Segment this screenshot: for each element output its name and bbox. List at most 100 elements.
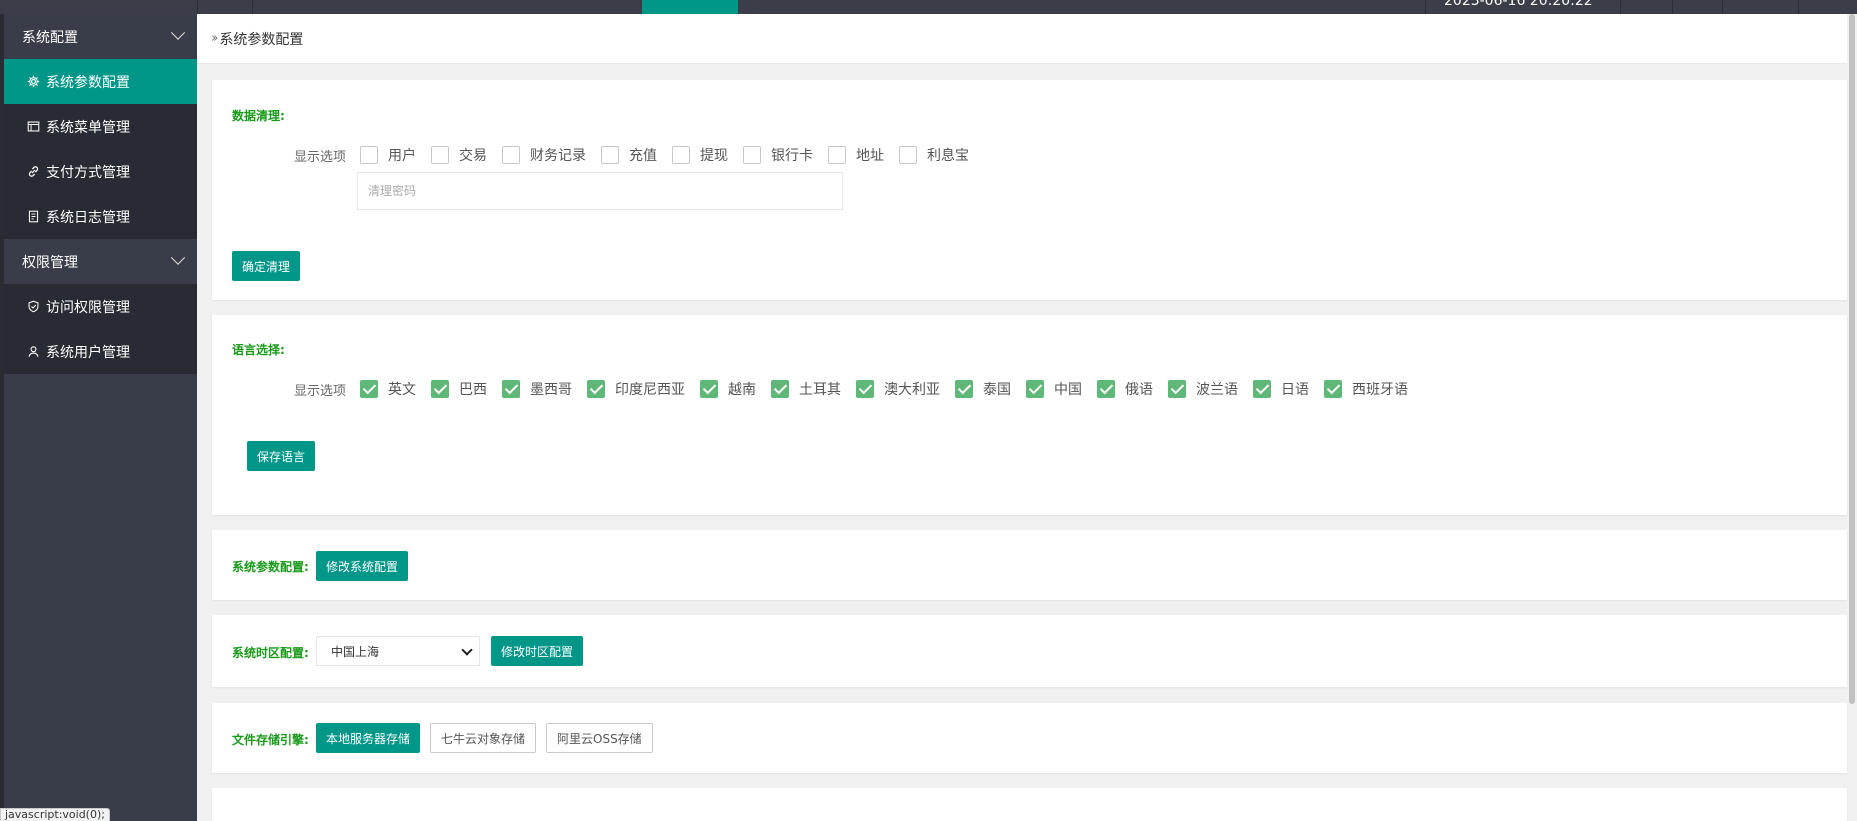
- confirm-clean-button[interactable]: 确定清理: [232, 251, 301, 281]
- language-card: 语言选择: 显示选项 英文 巴西 墨西哥 印度尼西亚 越南 土耳其 澳大利亚 泰…: [212, 315, 1847, 515]
- checkbox-clean-finance-records[interactable]: 财务记录: [502, 145, 586, 165]
- data-clean-title: 数据清理:: [232, 109, 285, 123]
- checkbox-box: [955, 380, 974, 398]
- checkbox-clean-addresses[interactable]: 地址: [828, 145, 884, 165]
- checkbox-lang-polish[interactable]: 波兰语: [1168, 379, 1238, 399]
- checkbox-lang-thailand[interactable]: 泰国: [955, 379, 1011, 399]
- chevron-down-icon: [170, 25, 186, 40]
- checkbox-label: 澳大利亚: [884, 382, 941, 398]
- double-chevron-right-icon: ››: [211, 31, 219, 46]
- header-divider: [1620, 0, 1621, 14]
- sidebar-item-access-permissions[interactable]: 访问权限管理: [4, 284, 197, 329]
- sidebar-group-permissions[interactable]: 权限管理: [4, 239, 197, 284]
- header-divider: [1722, 0, 1723, 14]
- checkbox-label: 印度尼西亚: [615, 382, 686, 398]
- checkbox-label: 银行卡: [771, 148, 814, 164]
- checkbox-label: 用户: [388, 148, 417, 164]
- system-params-title: 系统参数配置:: [232, 560, 309, 574]
- checkbox-label: 财务记录: [530, 148, 587, 164]
- options-label: 显示选项: [294, 383, 347, 399]
- save-language-button[interactable]: 保存语言: [247, 441, 316, 471]
- sidebar-item-system-users[interactable]: 系统用户管理: [4, 329, 197, 374]
- checkbox-box: [1097, 380, 1116, 398]
- checkbox-lang-japanese[interactable]: 日语: [1253, 379, 1309, 399]
- checkbox-lang-china[interactable]: 中国: [1026, 379, 1082, 399]
- language-options-row: 显示选项 英文 巴西 墨西哥 印度尼西亚 越南 土耳其 澳大利亚 泰国 中国 俄…: [294, 379, 1423, 399]
- link-icon: [26, 165, 40, 179]
- checkbox-clean-transactions[interactable]: 交易: [431, 145, 487, 165]
- checkbox-label: 提现: [700, 148, 729, 164]
- header-active-tab[interactable]: [642, 0, 738, 14]
- checkbox-box: [431, 380, 450, 398]
- checkbox-lang-mexico[interactable]: 墨西哥: [502, 379, 572, 399]
- document-icon: [26, 210, 40, 224]
- sidebar-item-label: 访问权限管理: [46, 299, 130, 316]
- checkbox-clean-users[interactable]: 用户: [360, 145, 416, 165]
- checkbox-label: 西班牙语: [1352, 382, 1409, 398]
- checkbox-lang-turkey[interactable]: 土耳其: [771, 379, 841, 399]
- checkbox-box: [1253, 380, 1272, 398]
- checkbox-lang-australia[interactable]: 澳大利亚: [856, 379, 940, 399]
- sidebar-item-system-logs[interactable]: 系统日志管理: [4, 194, 197, 239]
- checkbox-label: 墨西哥: [530, 382, 573, 398]
- checkbox-label: 巴西: [459, 382, 488, 398]
- chevron-down-icon: [461, 644, 473, 656]
- checkbox-box: [601, 146, 620, 164]
- storage-local-button[interactable]: 本地服务器存储: [316, 723, 421, 753]
- checkbox-label: 泰国: [983, 382, 1012, 398]
- timezone-selected-value: 中国上海: [331, 644, 380, 659]
- checkbox-clean-withdraw[interactable]: 提现: [672, 145, 728, 165]
- checkbox-clean-recharge[interactable]: 充值: [601, 145, 657, 165]
- checkbox-box: [587, 380, 606, 398]
- header-divider: [1672, 0, 1673, 14]
- data-clean-card: 数据清理: 显示选项 用户 交易 财务记录 充值 提现 银行卡 地址 利息宝 确…: [212, 80, 1847, 300]
- header-divider: [197, 0, 198, 14]
- header-divider: [1425, 0, 1426, 14]
- checkbox-box: [360, 146, 379, 164]
- clean-password-input[interactable]: [357, 172, 843, 210]
- checkbox-lang-indonesia[interactable]: 印度尼西亚: [587, 379, 685, 399]
- storage-aliyun-oss-button[interactable]: 阿里云OSS存储: [546, 723, 653, 753]
- checkbox-box: [743, 146, 762, 164]
- sidebar-item-system-params[interactable]: 系统参数配置: [4, 59, 197, 104]
- checkbox-lang-vietnam[interactable]: 越南: [700, 379, 756, 399]
- checkbox-label: 中国: [1054, 382, 1083, 398]
- checkbox-box: [502, 380, 521, 398]
- checkbox-label: 土耳其: [799, 382, 842, 398]
- sidebar-item-system-menu[interactable]: 系统菜单管理: [4, 104, 197, 149]
- checkbox-label: 波兰语: [1196, 382, 1239, 398]
- header-divider: [252, 0, 253, 14]
- timezone-title: 系统时区配置:: [232, 646, 309, 660]
- storage-qiniu-button[interactable]: 七牛云对象存储: [430, 723, 537, 753]
- checkbox-lang-english[interactable]: 英文: [360, 379, 416, 399]
- status-bar-link-preview: javascript:void(0);: [0, 808, 110, 821]
- checkbox-label: 交易: [459, 148, 488, 164]
- window-icon: [26, 120, 40, 134]
- storage-title: 文件存储引擎:: [232, 733, 309, 747]
- checkbox-box: [1168, 380, 1187, 398]
- checkbox-lang-russian[interactable]: 俄语: [1097, 379, 1153, 399]
- sidebar-item-label: 系统日志管理: [46, 209, 130, 226]
- sidebar-item-label: 支付方式管理: [46, 164, 130, 181]
- checkbox-box: [502, 146, 521, 164]
- options-label: 显示选项: [294, 149, 347, 165]
- scrollbar-thumb[interactable]: [1849, 14, 1855, 704]
- checkbox-box: [1026, 380, 1045, 398]
- sidebar-item-payment-methods[interactable]: 支付方式管理: [4, 149, 197, 194]
- checkbox-clean-bank-cards[interactable]: 银行卡: [743, 145, 813, 165]
- checkbox-lang-brazil[interactable]: 巴西: [431, 379, 487, 399]
- checkbox-label: 地址: [856, 148, 885, 164]
- checkbox-box: [700, 380, 719, 398]
- breadcrumb: ›› 系统参数配置: [197, 14, 1847, 64]
- edit-system-config-button[interactable]: 修改系统配置: [316, 551, 409, 581]
- checkbox-box: [856, 380, 875, 398]
- edit-timezone-button[interactable]: 修改时区配置: [491, 636, 584, 666]
- checkbox-clean-interest[interactable]: 利息宝: [899, 145, 969, 165]
- timezone-select[interactable]: 中国上海: [316, 636, 480, 666]
- page-scrollbar[interactable]: [1847, 14, 1857, 821]
- checkbox-lang-spanish[interactable]: 西班牙语: [1324, 379, 1408, 399]
- checkbox-box: [672, 146, 691, 164]
- gear-icon: [26, 75, 40, 89]
- checkbox-label: 越南: [728, 382, 757, 398]
- sidebar-group-system-config[interactable]: 系统配置: [4, 14, 197, 59]
